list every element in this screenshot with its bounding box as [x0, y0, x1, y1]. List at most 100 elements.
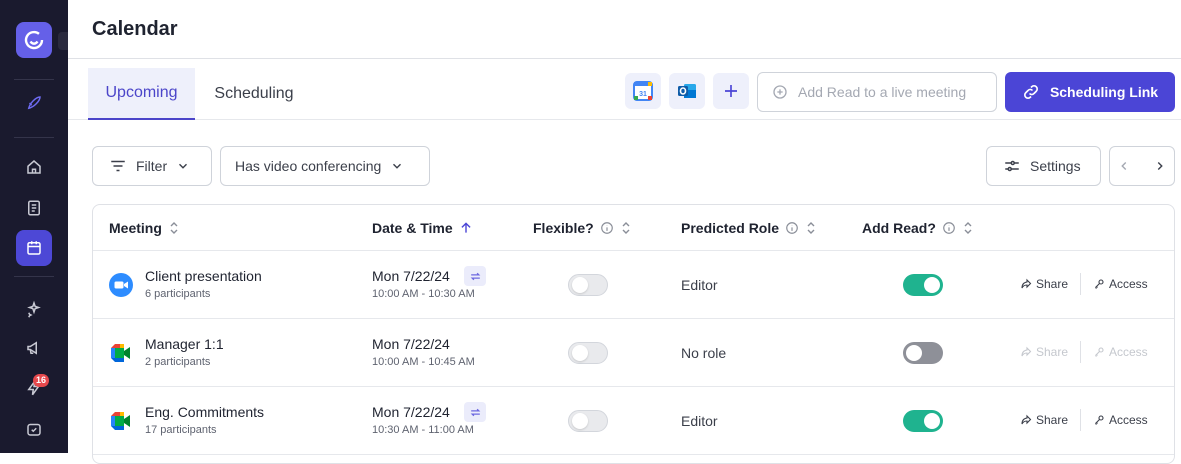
- access-label: Access: [1109, 277, 1148, 291]
- header-meeting[interactable]: Meeting: [109, 205, 180, 251]
- share-label: Share: [1036, 345, 1069, 359]
- sidebar-divider: [14, 79, 54, 80]
- meeting-participants: 2 participants: [145, 356, 211, 368]
- sidebar-collapse-tab[interactable]: [58, 32, 68, 50]
- sort-ascending-icon: [461, 222, 471, 233]
- outlook-button[interactable]: [669, 73, 705, 109]
- add-read-toggle[interactable]: [903, 342, 943, 364]
- meeting-participants: 6 participants: [145, 288, 211, 300]
- scheduling-link-button[interactable]: Scheduling Link: [1005, 72, 1175, 112]
- google-calendar-button[interactable]: 31: [625, 73, 661, 109]
- gift-icon[interactable]: [16, 411, 52, 447]
- action-divider: [1080, 341, 1081, 363]
- meeting-time: 10:30 AM - 11:00 AM: [372, 424, 474, 436]
- chevron-left-icon: [1121, 162, 1126, 170]
- pagination: [1109, 146, 1175, 186]
- share-button: Share: [1020, 345, 1068, 359]
- settings-label: Settings: [1030, 158, 1081, 174]
- access-button[interactable]: Access: [1093, 277, 1148, 291]
- prev-page-button[interactable]: [1110, 159, 1138, 173]
- video-conferencing-filter[interactable]: Has video conferencing: [220, 146, 430, 186]
- chevron-down-icon: [393, 163, 402, 169]
- share-icon: [1021, 346, 1032, 357]
- meeting-name[interactable]: Manager 1:1: [145, 336, 224, 352]
- toolbar: Filter Has video conferencing Settings: [68, 146, 1181, 186]
- share-icon: [1021, 278, 1032, 289]
- key-icon: [1095, 415, 1104, 425]
- predicted-role: No role: [681, 345, 727, 361]
- key-icon: [1095, 347, 1104, 357]
- header-date-time-label: Date & Time: [372, 220, 453, 236]
- header-date-time[interactable]: Date & Time: [372, 205, 473, 251]
- flexible-toggle[interactable]: [568, 274, 608, 296]
- page-title: Calendar: [92, 17, 178, 40]
- header-add-read[interactable]: Add Read?: [862, 205, 974, 251]
- table-header: Meeting Date & Time Flexible? Predicted …: [93, 205, 1174, 251]
- flexible-toggle[interactable]: [568, 410, 608, 432]
- table-row[interactable]: Client presentation 6 participants Mon 7…: [93, 251, 1174, 319]
- chevron-right-icon: [1158, 162, 1163, 170]
- access-label: Access: [1109, 345, 1148, 359]
- share-button[interactable]: Share: [1020, 277, 1068, 291]
- sort-icon: [622, 222, 630, 234]
- sort-icon: [964, 222, 972, 234]
- table-row[interactable]: Manager 1:1 2 participants Mon 7/22/24 1…: [93, 319, 1174, 387]
- sidebar: 16: [0, 0, 68, 453]
- action-divider: [1080, 409, 1081, 431]
- add-read-input[interactable]: Add Read to a live meeting: [757, 72, 997, 112]
- meeting-date: Mon 7/22/24: [372, 404, 450, 420]
- share-button[interactable]: Share: [1020, 413, 1068, 427]
- info-icon[interactable]: [785, 221, 799, 235]
- plus-circle-icon: [773, 85, 787, 99]
- access-label: Access: [1109, 413, 1148, 427]
- header-predicted-role[interactable]: Predicted Role: [681, 205, 817, 251]
- meeting-time: 10:00 AM - 10:45 AM: [372, 356, 475, 368]
- recurring-icon: [464, 266, 486, 286]
- calendar-icon[interactable]: [16, 230, 52, 266]
- chevron-down-icon: [179, 163, 188, 169]
- tabs-bar: Upcoming Scheduling 31 Add Read to a liv…: [68, 60, 1181, 120]
- sparkles-icon[interactable]: [16, 291, 52, 327]
- filter-label: Filter: [136, 158, 168, 174]
- app-logo[interactable]: [16, 22, 52, 58]
- meeting-name[interactable]: Client presentation: [145, 268, 262, 284]
- meeting-name[interactable]: Eng. Commitments: [145, 404, 264, 420]
- settings-button[interactable]: Settings: [986, 146, 1101, 186]
- flexible-toggle[interactable]: [568, 342, 608, 364]
- share-label: Share: [1036, 413, 1069, 427]
- google-meet-icon: [111, 344, 130, 362]
- add-calendar-button[interactable]: [713, 73, 749, 109]
- meeting-time: 10:00 AM - 10:30 AM: [372, 288, 475, 300]
- video-filter-label: Has video conferencing: [235, 158, 382, 174]
- rocket-icon[interactable]: [16, 85, 52, 121]
- home-icon[interactable]: [16, 149, 52, 185]
- filter-button[interactable]: Filter: [92, 146, 212, 186]
- share-label: Share: [1036, 277, 1069, 291]
- table-row[interactable]: Eng. Commitments 17 participants Mon 7/2…: [93, 387, 1174, 455]
- google-calendar-label: 31: [639, 91, 647, 98]
- access-button[interactable]: Access: [1093, 413, 1148, 427]
- sliders-icon: [1005, 160, 1019, 172]
- header-predicted-role-label: Predicted Role: [681, 220, 780, 236]
- tab-scheduling[interactable]: Scheduling: [202, 68, 306, 120]
- page-header: Calendar: [68, 0, 1181, 59]
- filter-icon: [111, 160, 125, 172]
- share-icon: [1021, 414, 1032, 425]
- google-calendar-icon: 31: [633, 81, 653, 101]
- header-flexible[interactable]: Flexible?: [533, 205, 632, 251]
- info-icon[interactable]: [600, 221, 614, 235]
- add-read-toggle[interactable]: [903, 410, 943, 432]
- link-icon: [1023, 85, 1038, 99]
- tab-upcoming[interactable]: Upcoming: [88, 68, 195, 120]
- info-icon[interactable]: [942, 221, 956, 235]
- meeting-date: Mon 7/22/24: [372, 268, 450, 284]
- document-icon[interactable]: [16, 190, 52, 226]
- meeting-participants: 17 participants: [145, 424, 217, 436]
- megaphone-icon[interactable]: [16, 330, 52, 366]
- zoom-icon: [109, 273, 133, 297]
- next-page-button[interactable]: [1147, 159, 1175, 173]
- sort-icon: [807, 222, 815, 234]
- add-read-toggle[interactable]: [903, 274, 943, 296]
- meeting-date: Mon 7/22/24: [372, 336, 450, 352]
- predicted-role: Editor: [681, 277, 718, 293]
